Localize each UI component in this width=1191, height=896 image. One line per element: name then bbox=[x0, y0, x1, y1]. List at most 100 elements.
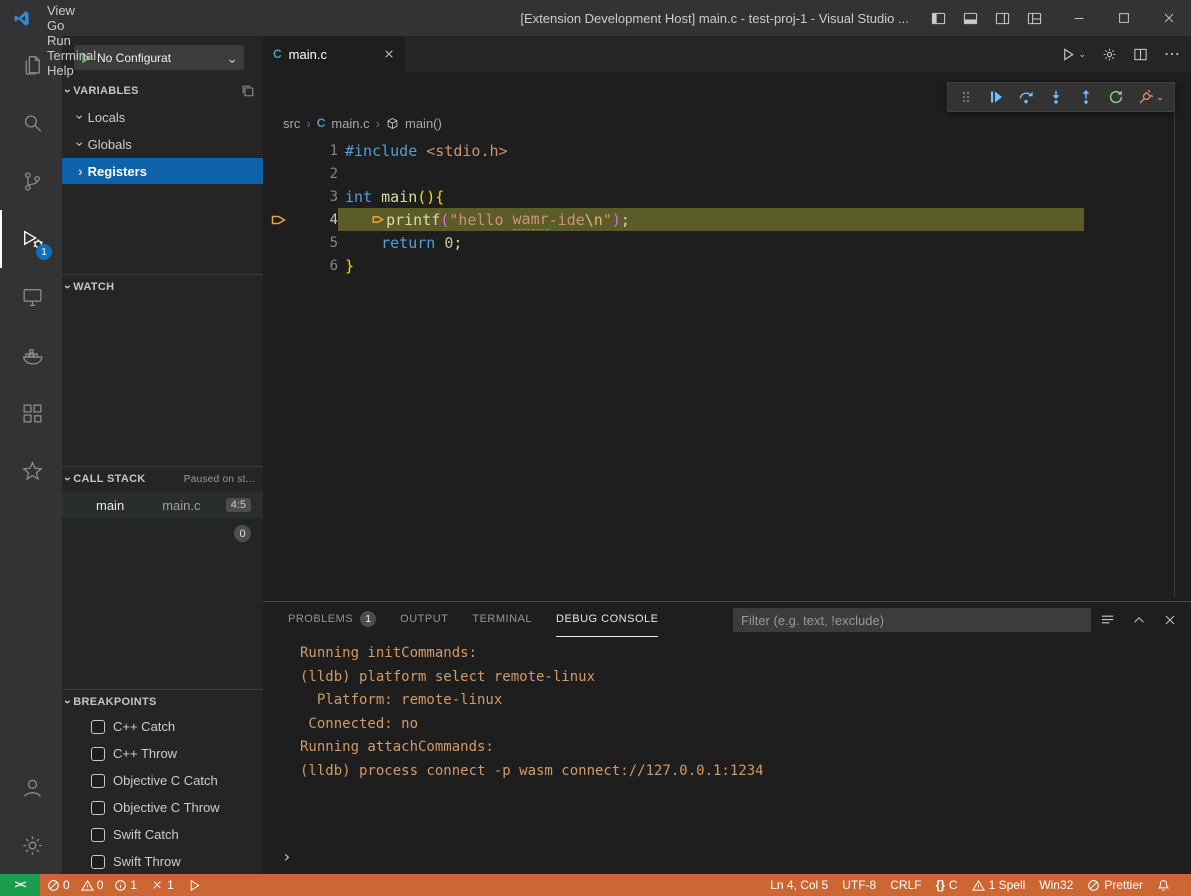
breakpoint-item[interactable]: C++ Throw bbox=[62, 740, 263, 767]
toggle-sidebar-icon[interactable] bbox=[931, 11, 946, 26]
activity-search-icon[interactable] bbox=[0, 94, 62, 152]
breakpoint-item[interactable]: C++ Catch bbox=[62, 713, 263, 740]
restart-icon[interactable] bbox=[1102, 84, 1129, 110]
warning-icon bbox=[81, 879, 94, 892]
activity-run-and-debug-icon[interactable]: 1 bbox=[0, 210, 62, 268]
code-line[interactable]: 3int main(){ bbox=[263, 185, 1175, 208]
inline-breakpoint-icon[interactable] bbox=[372, 214, 384, 225]
call-stack-section-header[interactable]: › CALL STACK Paused on st... bbox=[62, 468, 263, 490]
step-into-icon[interactable] bbox=[1042, 84, 1069, 110]
breakpoints-section-header[interactable]: › BREAKPOINTS bbox=[62, 691, 263, 713]
breakpoint-item[interactable]: Swift Catch bbox=[62, 821, 263, 848]
console-input-prompt[interactable]: › bbox=[282, 847, 292, 866]
code-line[interactable]: 6} bbox=[263, 254, 1175, 277]
debug-console-output[interactable]: Running initCommands:(lldb) platform sel… bbox=[300, 642, 1181, 783]
breadcrumb-file[interactable]: main.c bbox=[331, 116, 369, 131]
customize-layout-icon[interactable] bbox=[1027, 11, 1042, 26]
stack-frame-row[interactable]: main main.c 4:5 bbox=[62, 492, 263, 518]
breakpoint-item[interactable]: Objective C Catch bbox=[62, 767, 263, 794]
console-filter-input[interactable] bbox=[733, 608, 1091, 632]
info-icon bbox=[114, 879, 127, 892]
close-button[interactable] bbox=[1146, 0, 1191, 36]
notifications-bell[interactable] bbox=[1150, 874, 1177, 896]
minimize-button[interactable] bbox=[1056, 0, 1101, 36]
current-frame-marker[interactable] bbox=[263, 213, 305, 227]
activity-settings-icon[interactable] bbox=[0, 816, 62, 874]
warning-icon bbox=[972, 879, 985, 892]
activity-favorites-icon[interactable] bbox=[0, 442, 62, 500]
menu-help[interactable]: Help bbox=[38, 63, 109, 78]
breakpoint-item[interactable]: Objective C Throw bbox=[62, 794, 263, 821]
close-tab-icon[interactable] bbox=[383, 48, 395, 60]
activity-extensions-icon[interactable] bbox=[0, 384, 62, 442]
maximize-panel-icon[interactable] bbox=[1132, 613, 1146, 627]
chevron-down-icon: › bbox=[73, 142, 87, 147]
problems-status[interactable]: 0 0 1 bbox=[40, 874, 144, 896]
activity-source-control-icon[interactable] bbox=[0, 152, 62, 210]
panel-tab-output[interactable]: OUTPUT bbox=[400, 602, 448, 637]
run-or-debug-icon[interactable]: ⌄ bbox=[1061, 47, 1086, 62]
console-line: Running attachCommands: bbox=[300, 736, 1181, 760]
menu-go[interactable]: Go bbox=[38, 18, 109, 33]
remote-indicator[interactable]: >< bbox=[0, 874, 40, 896]
toggle-secondary-sidebar-icon[interactable] bbox=[995, 11, 1010, 26]
menu-run[interactable]: Run bbox=[38, 33, 109, 48]
split-editor-icon[interactable] bbox=[1133, 47, 1148, 62]
menu-view[interactable]: View bbox=[38, 3, 109, 18]
breadcrumb-folder[interactable]: src bbox=[283, 116, 300, 131]
close-panel-icon[interactable] bbox=[1163, 613, 1177, 627]
breadcrumb-symbol[interactable]: main() bbox=[405, 116, 442, 131]
tab-main-c[interactable]: C main.c bbox=[263, 36, 405, 72]
breakpoint-checkbox[interactable] bbox=[91, 801, 105, 815]
platform-indicator[interactable]: Win32 bbox=[1032, 874, 1080, 896]
panel-tab-terminal[interactable]: TERMINAL bbox=[472, 602, 532, 637]
step-over-icon[interactable] bbox=[1012, 84, 1039, 110]
variables-scope-globals[interactable]: › Globals bbox=[62, 131, 263, 157]
code-token: ) bbox=[612, 211, 621, 229]
menu-terminal[interactable]: Terminal bbox=[38, 48, 109, 63]
debug-quick-access[interactable] bbox=[181, 874, 208, 896]
formatter-status[interactable]: Prettier bbox=[1080, 874, 1150, 896]
activity-remote-explorer-icon[interactable] bbox=[0, 268, 62, 326]
spell-checker-status[interactable]: 1 Spell bbox=[965, 874, 1033, 896]
activity-docker-icon[interactable] bbox=[0, 326, 62, 384]
more-actions-icon[interactable]: ⋯ bbox=[1164, 44, 1181, 64]
toggle-panel-icon[interactable] bbox=[963, 11, 978, 26]
encoding-indicator[interactable]: UTF-8 bbox=[835, 874, 883, 896]
chevron-down-icon: › bbox=[62, 477, 74, 481]
cursor-position[interactable]: Ln 4, Col 5 bbox=[763, 874, 835, 896]
breakpoint-checkbox[interactable] bbox=[91, 747, 105, 761]
code-editor[interactable]: 1#include <stdio.h>23int main(){4 printf… bbox=[263, 132, 1175, 601]
code-line[interactable]: 4 printf("hello wamr-ide\n"); bbox=[263, 208, 1175, 231]
continue-icon[interactable] bbox=[982, 84, 1009, 110]
breakpoint-checkbox[interactable] bbox=[91, 855, 105, 869]
step-out-icon[interactable] bbox=[1072, 84, 1099, 110]
variables-scope-locals[interactable]: › Locals bbox=[62, 104, 263, 130]
code-line[interactable]: 1#include <stdio.h> bbox=[263, 139, 1175, 162]
variables-section-header[interactable]: › VARIABLES bbox=[62, 80, 263, 102]
variables-scope-registers[interactable]: › Registers bbox=[62, 158, 263, 184]
code-token: ; bbox=[453, 234, 462, 252]
line-number: 1 bbox=[305, 143, 338, 159]
watch-section-header[interactable]: › WATCH bbox=[62, 276, 263, 298]
tools-status[interactable]: 1 bbox=[144, 874, 181, 896]
maximize-button[interactable] bbox=[1101, 0, 1146, 36]
activity-accounts-icon[interactable] bbox=[0, 758, 62, 816]
panel-tab-debug-console[interactable]: DEBUG CONSOLE bbox=[556, 602, 658, 637]
breakpoint-checkbox[interactable] bbox=[91, 774, 105, 788]
code-line[interactable]: 5 return 0; bbox=[263, 231, 1175, 254]
c-language-icon: C bbox=[273, 47, 282, 61]
panel-tab-problems[interactable]: PROBLEMS1 bbox=[288, 602, 376, 637]
eol-indicator[interactable]: CRLF bbox=[883, 874, 928, 896]
panel-tab-label: PROBLEMS bbox=[288, 613, 353, 625]
breakpoint-checkbox[interactable] bbox=[91, 828, 105, 842]
breakpoint-item[interactable]: Swift Throw bbox=[62, 848, 263, 875]
collapse-all-icon[interactable] bbox=[241, 84, 255, 98]
gear-icon[interactable] bbox=[1102, 47, 1117, 62]
toolbar-drag-handle[interactable] bbox=[952, 84, 979, 110]
disconnect-icon[interactable]: ⌄ bbox=[1132, 84, 1170, 110]
output-actions-icon[interactable] bbox=[1100, 612, 1115, 627]
breakpoint-checkbox[interactable] bbox=[91, 720, 105, 734]
language-mode[interactable]: {}C bbox=[929, 874, 965, 896]
code-line[interactable]: 2 bbox=[263, 162, 1175, 185]
